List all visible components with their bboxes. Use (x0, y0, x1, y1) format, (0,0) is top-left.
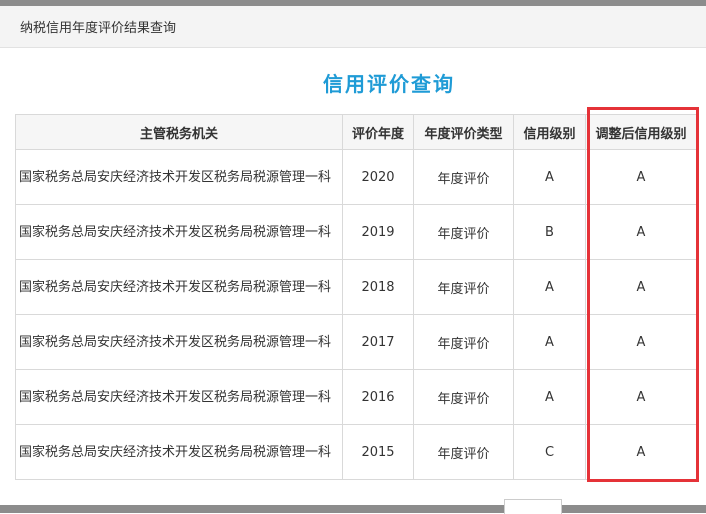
cell-level: C (513, 424, 586, 480)
cell-type: 年度评价 (413, 369, 514, 425)
table-row: 国家税务总局安庆经济技术开发区税务局税源管理一科 2020 年度评价 A A (15, 149, 697, 205)
cell-level: A (513, 314, 586, 370)
column-header-type: 年度评价类型 (413, 114, 514, 150)
cell-org: 国家税务总局安庆经济技术开发区税务局税源管理一科 (15, 314, 343, 370)
cell-adjusted-level: A (585, 314, 697, 370)
cell-org: 国家税务总局安庆经济技术开发区税务局税源管理一科 (15, 149, 343, 205)
cell-level: A (513, 369, 586, 425)
table-row: 国家税务总局安庆经济技术开发区税务局税源管理一科 2016 年度评价 A A (15, 369, 697, 425)
cell-adjusted-level: A (585, 424, 697, 480)
cell-org: 国家税务总局安庆经济技术开发区税务局税源管理一科 (15, 204, 343, 260)
cell-year: 2015 (342, 424, 414, 480)
header-title: 纳税信用年度评价结果查询 (20, 21, 177, 36)
column-header-adjusted-level: 调整后信用级别 (585, 114, 697, 150)
column-header-org: 主管税务机关 (15, 114, 343, 150)
table-row: 国家税务总局安庆经济技术开发区税务局税源管理一科 2019 年度评价 B A (15, 204, 697, 260)
cell-org: 国家税务总局安庆经济技术开发区税务局税源管理一科 (15, 424, 343, 480)
cell-type: 年度评价 (413, 424, 514, 480)
cell-org: 国家税务总局安庆经济技术开发区税务局税源管理一科 (15, 259, 343, 315)
cell-year: 2016 (342, 369, 414, 425)
credit-result-table: 主管税务机关 评价年度 年度评价类型 信用级别 调整后信用级别 国家税务总局安庆… (15, 114, 697, 480)
bottom-border (0, 505, 706, 513)
table-row: 国家税务总局安庆经济技术开发区税务局税源管理一科 2015 年度评价 C A (15, 424, 697, 480)
cell-level: A (513, 259, 586, 315)
cell-level: B (513, 204, 586, 260)
cell-org: 国家税务总局安庆经济技术开发区税务局税源管理一科 (15, 369, 343, 425)
pager-box[interactable] (504, 499, 562, 514)
cell-year: 2017 (342, 314, 414, 370)
cell-adjusted-level: A (585, 204, 697, 260)
cell-type: 年度评价 (413, 204, 514, 260)
cell-year: 2020 (342, 149, 414, 205)
cell-type: 年度评价 (413, 314, 514, 370)
column-header-year: 评价年度 (342, 114, 414, 150)
cell-adjusted-level: A (585, 259, 697, 315)
cell-year: 2018 (342, 259, 414, 315)
table-row: 国家税务总局安庆经济技术开发区税务局税源管理一科 2018 年度评价 A A (15, 259, 697, 315)
table-header-row: 主管税务机关 评价年度 年度评价类型 信用级别 调整后信用级别 (15, 114, 697, 150)
column-header-level: 信用级别 (513, 114, 586, 150)
table-row: 国家税务总局安庆经济技术开发区税务局税源管理一科 2017 年度评价 A A (15, 314, 697, 370)
cell-type: 年度评价 (413, 149, 514, 205)
page-header: 纳税信用年度评价结果查询 (0, 6, 706, 48)
page-title: 信用评价查询 (323, 72, 455, 96)
cell-level: A (513, 149, 586, 205)
cell-type: 年度评价 (413, 259, 514, 315)
cell-adjusted-level: A (585, 149, 697, 205)
cell-year: 2019 (342, 204, 414, 260)
cell-adjusted-level: A (585, 369, 697, 425)
